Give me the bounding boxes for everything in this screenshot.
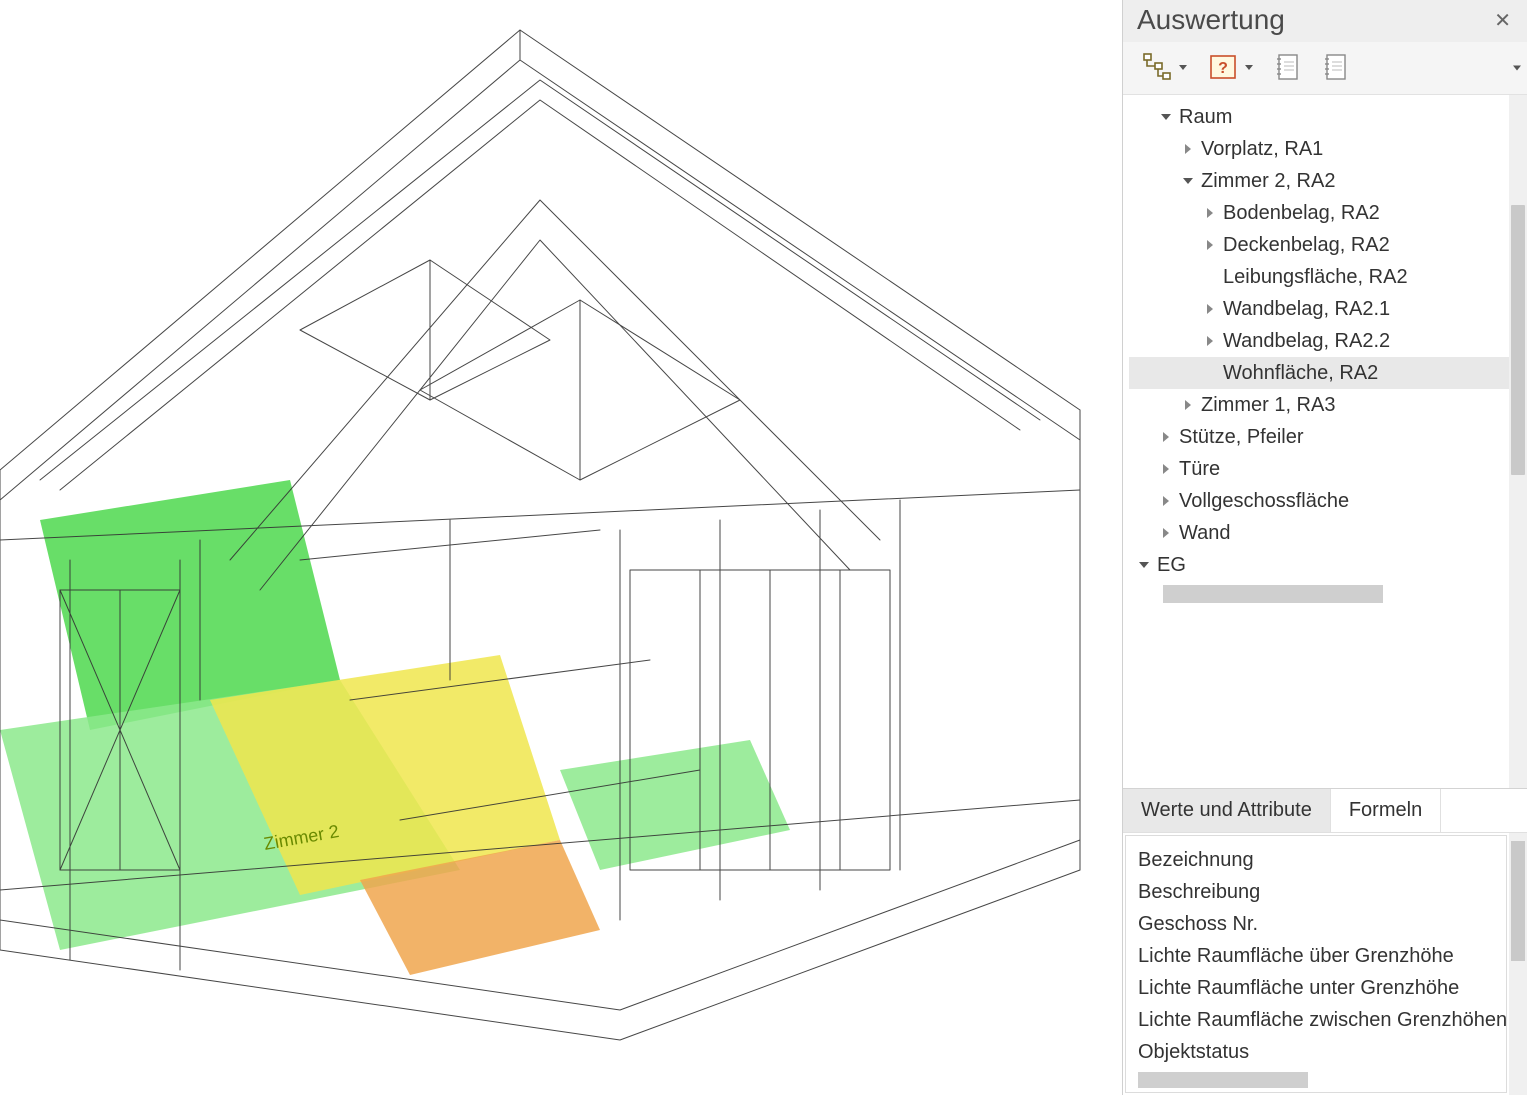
tab-values-attributes[interactable]: Werte und Attribute	[1123, 789, 1331, 832]
chevron-right-icon[interactable]	[1179, 400, 1197, 410]
tree-item-loading-stub	[1163, 585, 1383, 603]
attribute-row[interactable]: Beschreibung	[1138, 876, 1506, 908]
tree-item-label: Vollgeschossfläche	[1179, 490, 1349, 513]
tab-formulas[interactable]: Formeln	[1331, 789, 1441, 832]
tree-item-label: Wand	[1179, 522, 1231, 545]
evaluation-panel: Auswertung ✕ ?	[1122, 0, 1527, 1095]
tree-item[interactable]: Vollgeschossfläche	[1129, 485, 1509, 517]
model-tree[interactable]: Raum Vorplatz, RA1 Zimmer 2, RA2 Bodenbelag…	[1123, 95, 1509, 788]
chevron-right-icon[interactable]	[1201, 304, 1219, 314]
attribute-row[interactable]: Lichte Raumfläche unter Grenzhöhe	[1138, 972, 1506, 1004]
tree-item[interactable]: Türe	[1129, 453, 1509, 485]
scrollbar-thumb[interactable]	[1511, 205, 1525, 475]
attribute-row[interactable]: Lichte Raumfläche über Grenzhöhe	[1138, 940, 1506, 972]
report-button-2[interactable]	[1317, 49, 1353, 85]
attribute-row[interactable]: Objektstatus	[1138, 1036, 1506, 1068]
tree-item-label: EG	[1157, 554, 1186, 577]
tree-item[interactable]: Vorplatz, RA1	[1129, 133, 1509, 165]
notebook-icon	[1273, 52, 1301, 82]
tree-item[interactable]: Raum	[1129, 101, 1509, 133]
model-viewport[interactable]: Zimmer 2	[0, 0, 1122, 1095]
tree-item-label: Türe	[1179, 458, 1220, 481]
report-button-1[interactable]	[1269, 49, 1305, 85]
chevron-right-icon[interactable]	[1157, 496, 1175, 506]
tree-item-label: Wandbelag, RA2.2	[1223, 330, 1390, 353]
tree-item-label: Zimmer 2, RA2	[1201, 170, 1335, 193]
tree-item[interactable]: Wand	[1129, 517, 1509, 549]
tree-view-button[interactable]	[1137, 48, 1191, 86]
tree-item-label: Zimmer 1, RA3	[1201, 394, 1335, 417]
chevron-down-icon	[1179, 65, 1187, 70]
attributes-list[interactable]: BezeichnungBeschreibungGeschoss Nr.Licht…	[1125, 835, 1507, 1093]
svg-text:?: ?	[1218, 60, 1228, 77]
chevron-right-icon[interactable]	[1179, 144, 1197, 154]
tree-item[interactable]: Wohnfläche, RA2	[1129, 357, 1509, 389]
panel-title: Auswertung	[1137, 4, 1285, 36]
attribute-row[interactable]: Geschoss Nr.	[1138, 908, 1506, 940]
panel-header: Auswertung ✕	[1123, 0, 1527, 42]
tree-item-label: Vorplatz, RA1	[1201, 138, 1323, 161]
tree-hierarchy-icon	[1141, 51, 1173, 83]
chevron-right-icon[interactable]	[1201, 240, 1219, 250]
tree-item[interactable]: Bodenbelag, RA2	[1129, 197, 1509, 229]
tree-item-label: Deckenbelag, RA2	[1223, 234, 1390, 257]
tree-item-label: Wohnfläche, RA2	[1223, 362, 1378, 385]
panel-toolbar: ?	[1123, 42, 1527, 95]
tree-item[interactable]: Leibungsfläche, RA2	[1129, 261, 1509, 293]
chevron-right-icon[interactable]	[1157, 528, 1175, 538]
tree-item-label: Wandbelag, RA2.1	[1223, 298, 1390, 321]
chevron-down-icon[interactable]	[1135, 562, 1153, 568]
close-icon[interactable]: ✕	[1488, 6, 1517, 35]
unknown-filter-button[interactable]: ?	[1203, 48, 1257, 86]
tree-item[interactable]: EG	[1129, 549, 1509, 581]
scrollbar-thumb[interactable]	[1511, 841, 1525, 961]
chevron-down-icon	[1245, 65, 1253, 70]
tree-item[interactable]: Zimmer 1, RA3	[1129, 389, 1509, 421]
tree-item[interactable]: Deckenbelag, RA2	[1129, 229, 1509, 261]
chevron-down-icon[interactable]	[1179, 178, 1197, 184]
chevron-right-icon[interactable]	[1157, 432, 1175, 442]
attrs-scrollbar[interactable]	[1509, 833, 1527, 1095]
chevron-right-icon[interactable]	[1201, 336, 1219, 346]
tree-item[interactable]: Zimmer 2, RA2	[1129, 165, 1509, 197]
tree-item[interactable]: Wandbelag, RA2.2	[1129, 325, 1509, 357]
tree-item-label: Bodenbelag, RA2	[1223, 202, 1380, 225]
wireframe-drawing: Zimmer 2	[0, 0, 1122, 1095]
attribute-row[interactable]: Lichte Raumfläche zwischen Grenzhöhen	[1138, 1004, 1506, 1036]
chevron-right-icon[interactable]	[1201, 208, 1219, 218]
tree-item[interactable]: Stütze, Pfeiler	[1129, 421, 1509, 453]
floor-area-lightgreen-right	[560, 740, 790, 870]
tree-item[interactable]: Wandbelag, RA2.1	[1129, 293, 1509, 325]
tree-item-label: Leibungsfläche, RA2	[1223, 266, 1408, 289]
tree-item-label: Stütze, Pfeiler	[1179, 426, 1304, 449]
notebook-icon	[1321, 52, 1349, 82]
toolbar-overflow-icon[interactable]	[1513, 66, 1521, 71]
attribute-tabs: Werte und Attribute Formeln	[1123, 788, 1527, 832]
tree-item-label: Raum	[1179, 106, 1232, 129]
tree-scrollbar[interactable]	[1509, 95, 1527, 788]
attribute-row[interactable]: Bezeichnung	[1138, 844, 1506, 876]
question-box-icon: ?	[1207, 51, 1239, 83]
chevron-down-icon[interactable]	[1157, 114, 1175, 120]
chevron-right-icon[interactable]	[1157, 464, 1175, 474]
attribute-loading-stub	[1138, 1072, 1308, 1088]
